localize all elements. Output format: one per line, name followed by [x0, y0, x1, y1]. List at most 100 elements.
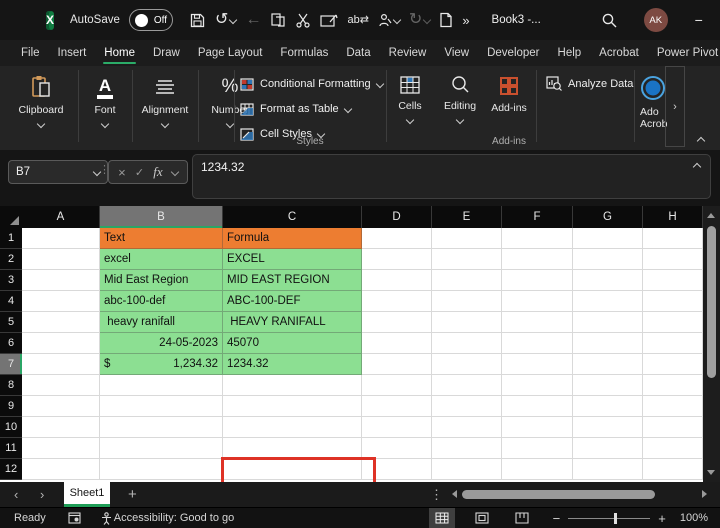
- row-header-9[interactable]: 9: [0, 396, 22, 417]
- cell-G8[interactable]: [573, 375, 643, 396]
- tab-review[interactable]: Review: [380, 40, 436, 66]
- cell-H1[interactable]: [643, 228, 703, 249]
- cell-F7[interactable]: [502, 354, 573, 375]
- cell-A7[interactable]: [22, 354, 100, 375]
- hscroll-left-icon[interactable]: [452, 490, 457, 498]
- cell-H10[interactable]: [643, 417, 703, 438]
- collapse-formula-bar-icon[interactable]: [692, 162, 702, 172]
- cell-D12[interactable]: [362, 459, 432, 480]
- scroll-down-icon[interactable]: [707, 470, 715, 475]
- tab-acrobat[interactable]: Acrobat: [590, 40, 648, 66]
- cell-H7[interactable]: [643, 354, 703, 375]
- cell-E6[interactable]: [432, 333, 502, 354]
- cell-B7[interactable]: $1,234.32: [100, 354, 223, 375]
- cell-G6[interactable]: [573, 333, 643, 354]
- cell-E12[interactable]: [432, 459, 502, 480]
- cell-B3[interactable]: Mid East Region: [100, 270, 223, 291]
- format-as-table-button[interactable]: Format as Table: [240, 97, 352, 121]
- cell-B4[interactable]: abc-100-def: [100, 291, 223, 312]
- vertical-scroll-thumb[interactable]: [707, 226, 716, 378]
- cut-button[interactable]: [295, 12, 311, 28]
- cell-A12[interactable]: [22, 459, 100, 480]
- cell-B2[interactable]: excel: [100, 249, 223, 270]
- cell-C7[interactable]: 1234.32: [223, 354, 362, 375]
- insert-function-icon[interactable]: fx: [153, 164, 162, 180]
- chevron-down-icon[interactable]: [229, 15, 238, 25]
- zoom-out-button[interactable]: −: [553, 511, 561, 526]
- cell-B1[interactable]: Text: [100, 228, 223, 249]
- row-header-3[interactable]: 3: [0, 270, 22, 291]
- cell-E5[interactable]: [432, 312, 502, 333]
- tab-help[interactable]: Help: [549, 40, 591, 66]
- cell-D7[interactable]: [362, 354, 432, 375]
- row-header-1[interactable]: 1: [0, 228, 22, 249]
- column-header-E[interactable]: E: [432, 206, 502, 228]
- cell-H12[interactable]: [643, 459, 703, 480]
- cell-A8[interactable]: [22, 375, 100, 396]
- tab-formulas[interactable]: Formulas: [271, 40, 337, 66]
- chevron-down-icon[interactable]: [170, 167, 180, 177]
- chevron-down-icon[interactable]: [423, 15, 432, 25]
- cell-D8[interactable]: [362, 375, 432, 396]
- tab-view[interactable]: View: [435, 40, 478, 66]
- cell-C12[interactable]: [223, 459, 362, 480]
- search-button[interactable]: [601, 12, 618, 29]
- cell-G12[interactable]: [573, 459, 643, 480]
- row-header-8[interactable]: 8: [0, 375, 22, 396]
- save-button[interactable]: [189, 12, 206, 29]
- cell-F5[interactable]: [502, 312, 573, 333]
- adobe-acrobat-button[interactable]: Ado Acrob: [638, 66, 668, 155]
- tab-data[interactable]: Data: [337, 40, 379, 66]
- zoom-level[interactable]: 100%: [680, 512, 708, 524]
- cell-D4[interactable]: [362, 291, 432, 312]
- tab-insert[interactable]: Insert: [49, 40, 96, 66]
- cell-H2[interactable]: [643, 249, 703, 270]
- analyze-data-button[interactable]: Analyze Data: [546, 76, 633, 91]
- cell-D1[interactable]: [362, 228, 432, 249]
- cell-B8[interactable]: [100, 375, 223, 396]
- cell-H11[interactable]: [643, 438, 703, 459]
- cell-C1[interactable]: Formula: [223, 228, 362, 249]
- cell-A4[interactable]: [22, 291, 100, 312]
- cell-F3[interactable]: [502, 270, 573, 291]
- cell-D9[interactable]: [362, 396, 432, 417]
- undo-button[interactable]: ↺: [215, 12, 238, 28]
- cell-A1[interactable]: [22, 228, 100, 249]
- cell-F1[interactable]: [502, 228, 573, 249]
- row-header-4[interactable]: 4: [0, 291, 22, 312]
- new-file-button[interactable]: [439, 12, 453, 28]
- cell-E9[interactable]: [432, 396, 502, 417]
- copy-button[interactable]: [270, 12, 286, 28]
- sheet-list-button[interactable]: ⋮: [430, 482, 443, 507]
- cell-F6[interactable]: [502, 333, 573, 354]
- cell-G10[interactable]: [573, 417, 643, 438]
- cell-D5[interactable]: [362, 312, 432, 333]
- conditional-formatting-button[interactable]: Conditional Formatting: [240, 72, 384, 96]
- editing-group-button[interactable]: Editing: [436, 66, 484, 155]
- vertical-scrollbar[interactable]: [703, 206, 720, 482]
- cell-G3[interactable]: [573, 270, 643, 291]
- account-avatar[interactable]: AK: [643, 8, 668, 32]
- email-button[interactable]: [320, 13, 339, 28]
- cell-C9[interactable]: [223, 396, 362, 417]
- cell-C2[interactable]: EXCEL: [223, 249, 362, 270]
- cell-H5[interactable]: [643, 312, 703, 333]
- redo-button[interactable]: ↻: [409, 12, 432, 28]
- row-header-7[interactable]: 7: [0, 354, 22, 375]
- enter-icon[interactable]: ✓: [135, 166, 144, 179]
- cell-G11[interactable]: [573, 438, 643, 459]
- page-break-view-button[interactable]: [509, 508, 535, 528]
- cell-G9[interactable]: [573, 396, 643, 417]
- add-sheet-button[interactable]: +: [128, 482, 137, 507]
- next-sheet-button[interactable]: ›: [40, 482, 44, 507]
- select-all-button[interactable]: [0, 206, 23, 228]
- cell-D3[interactable]: [362, 270, 432, 291]
- cell-B5[interactable]: heavy ranifall: [100, 312, 223, 333]
- accessibility-icon[interactable]: [95, 508, 114, 528]
- minimize-button[interactable]: −: [684, 0, 714, 40]
- sheet-tab-sheet1[interactable]: Sheet1: [64, 482, 110, 507]
- cell-E3[interactable]: [432, 270, 502, 291]
- clipboard-group-button[interactable]: Clipboard: [10, 66, 72, 155]
- row-header-10[interactable]: 10: [0, 417, 22, 438]
- macro-record-icon[interactable]: [62, 508, 87, 528]
